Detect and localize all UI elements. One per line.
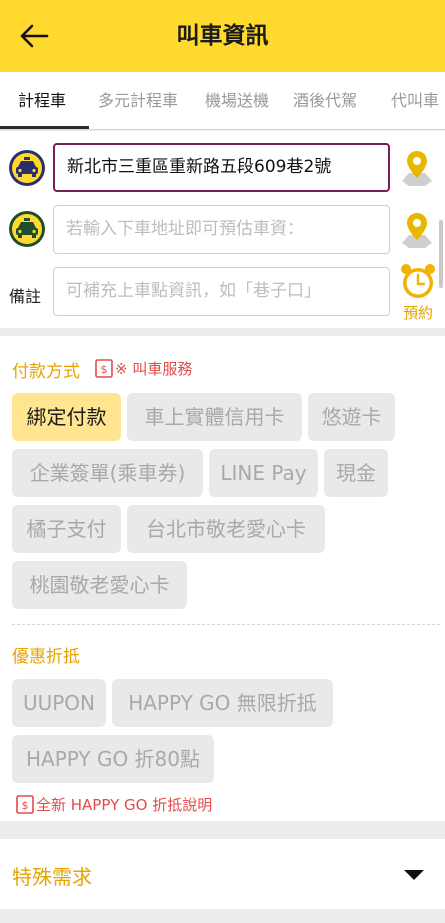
tab-taxi[interactable]: 計程車	[18, 72, 66, 130]
active-tab-indicator	[0, 126, 89, 129]
taxi-service-link[interactable]: $ ※ 叫車服務	[95, 358, 192, 379]
taxi-service-link-label: ※ 叫車服務	[115, 360, 193, 378]
note-input[interactable]: 可補充上車點資訊，如「巷子口」	[53, 267, 390, 316]
tab-proxy-call[interactable]: 代叫車	[391, 72, 439, 130]
discount-option-uupon[interactable]: UUPON	[12, 679, 106, 727]
reserve-label: 預約	[402, 304, 433, 322]
service-tabs: 計程車 多元計程車 機場送機 酒後代駕 代叫車	[0, 72, 445, 130]
payment-option-taoyuan-senior-card[interactable]: 桃園敬老愛心卡	[12, 561, 187, 609]
dropoff-address-input[interactable]: 若輸入下車地址即可預估車資：	[53, 205, 390, 254]
svg-text:$: $	[22, 799, 29, 812]
discount-title: 優惠折抵	[12, 647, 80, 667]
tab-designated-driver[interactable]: 酒後代駕	[293, 72, 357, 130]
payment-section: 付款方式 $ ※ 叫車服務 綁定付款 車上實體信用卡 悠遊卡 企業簽單(乘車券)…	[0, 336, 445, 821]
chevron-down-icon	[404, 870, 424, 880]
app-header: 叫車資訊	[0, 0, 445, 72]
payment-option-corporate[interactable]: 企業簽單(乘車券)	[12, 449, 203, 497]
map-pin-pickup-icon[interactable]	[401, 149, 433, 187]
payment-title: 付款方式	[12, 362, 80, 382]
tab-multi-taxi[interactable]: 多元計程車	[98, 72, 178, 130]
scrollbar[interactable]	[439, 220, 443, 288]
special-request-row[interactable]: 特殊需求	[0, 839, 445, 909]
section-divider	[12, 624, 440, 625]
payment-option-easycard[interactable]: 悠遊卡	[308, 393, 395, 441]
payment-option-taipei-senior-card[interactable]: 台北市敬老愛心卡	[127, 505, 325, 553]
reserve-button[interactable]: 預約	[396, 262, 440, 323]
svg-text:$: $	[101, 363, 108, 376]
happygo-info-link[interactable]: $ 全新 HAPPY GO 折抵說明	[16, 794, 212, 815]
happygo-info-link-label: 全新 HAPPY GO 折抵說明	[36, 796, 213, 814]
note-label: 備註	[9, 287, 42, 306]
payment-option-cash[interactable]: 現金	[324, 449, 388, 497]
pickup-address-input[interactable]: 新北市三重區重新路五段609巷2號	[53, 143, 390, 192]
discount-option-happygo-unlimited[interactable]: HAPPY GO 無限折抵	[112, 679, 333, 727]
payment-option-bound[interactable]: 綁定付款	[12, 393, 121, 441]
payment-option-credit-card[interactable]: 車上實體信用卡	[127, 393, 302, 441]
discount-option-happygo-80[interactable]: HAPPY GO 折80點	[12, 735, 214, 783]
tab-airport[interactable]: 機場送機	[205, 72, 269, 130]
taxi-dropoff-icon	[9, 211, 45, 247]
receipt-icon: $	[16, 795, 34, 814]
taxi-pickup-icon	[9, 150, 45, 186]
payment-option-line-pay[interactable]: LINE Pay	[209, 449, 318, 497]
address-section: 新北市三重區重新路五段609巷2號 若輸入下車地址即可預估車資： 備註 可補充上…	[0, 131, 445, 328]
page-title: 叫車資訊	[176, 23, 269, 49]
special-request-title: 特殊需求	[12, 865, 92, 889]
map-pin-dropoff-icon[interactable]	[401, 211, 433, 249]
alarm-clock-icon	[401, 264, 435, 298]
receipt-icon: $	[95, 359, 113, 378]
payment-option-gash-pay[interactable]: 橘子支付	[12, 505, 121, 553]
